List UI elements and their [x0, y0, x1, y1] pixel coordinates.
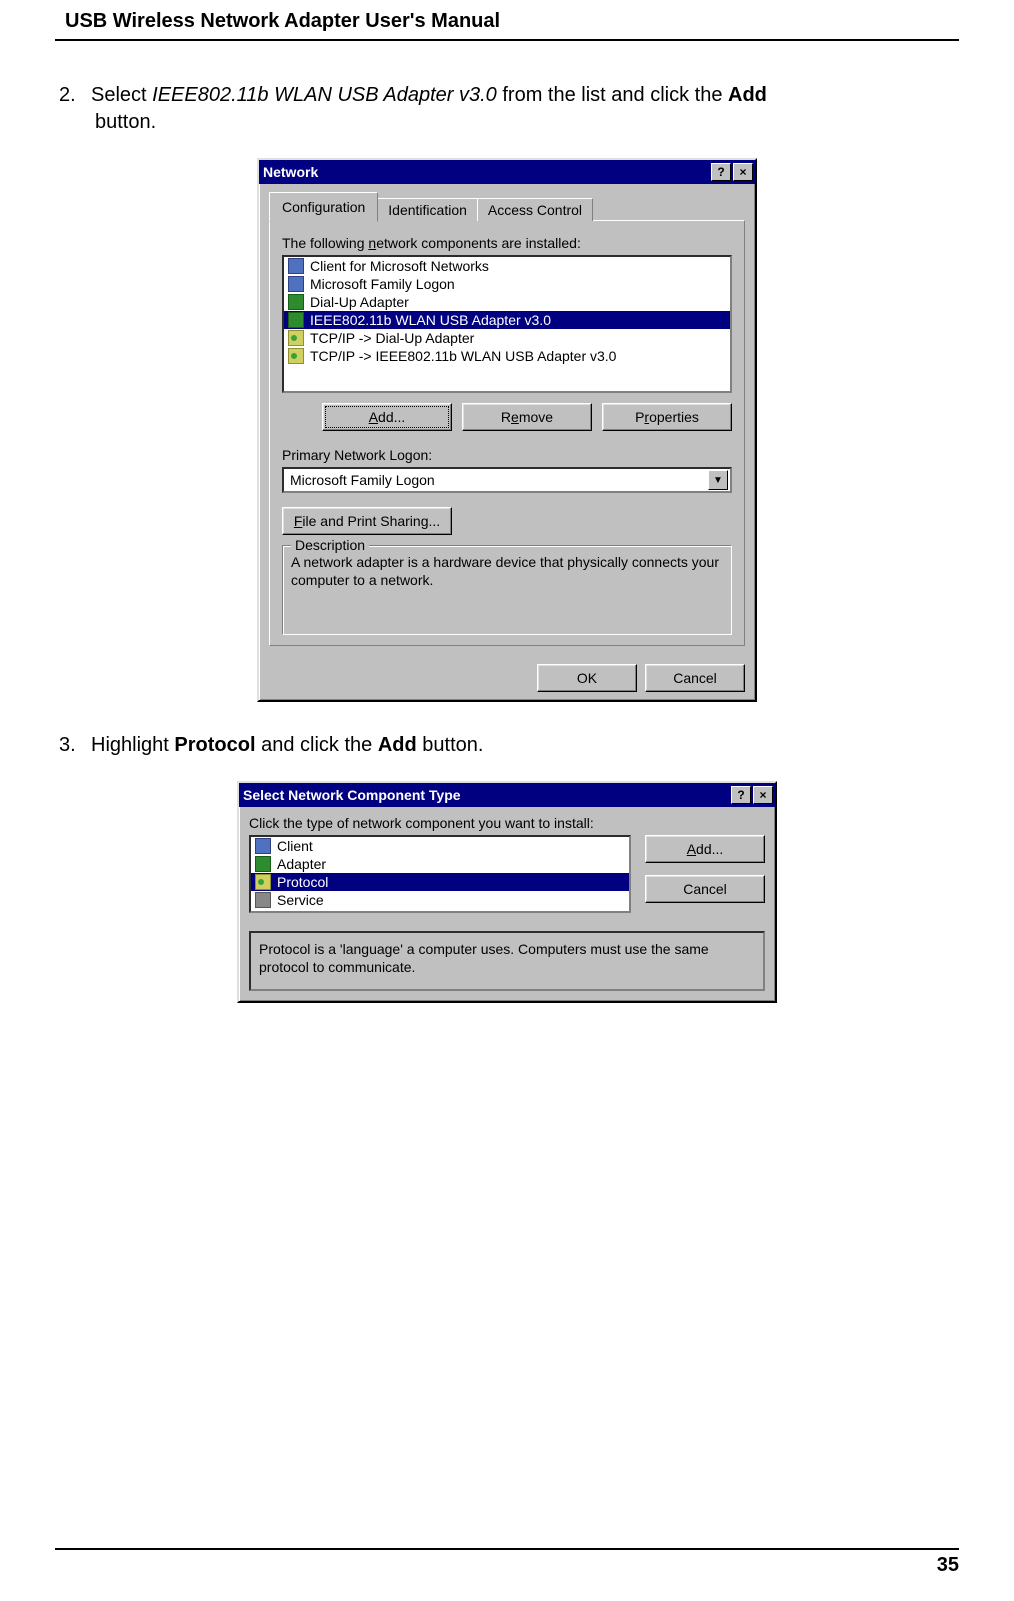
- tab-configuration[interactable]: Configuration: [269, 192, 378, 222]
- adapter-icon: [288, 312, 304, 328]
- list-item-label: Dial-Up Adapter: [310, 294, 409, 310]
- list-item[interactable]: Client: [251, 837, 629, 855]
- remove-button[interactable]: Remove: [462, 403, 592, 431]
- list-item-label: Microsoft Family Logon: [310, 276, 455, 292]
- close-icon[interactable]: ×: [753, 786, 773, 804]
- protocol-icon: [288, 330, 304, 346]
- service-icon: [255, 892, 271, 908]
- step-2-bold: Add: [728, 84, 767, 106]
- description-text: A network adapter is a hardware device t…: [291, 554, 723, 589]
- cancel-button[interactable]: Cancel: [645, 664, 745, 692]
- list-item[interactable]: TCP/IP -> Dial-Up Adapter: [284, 329, 730, 347]
- help-icon[interactable]: ?: [711, 163, 731, 181]
- step-3-bold-2: Add: [378, 734, 417, 756]
- select-component-title: Select Network Component Type: [243, 787, 461, 803]
- step-3-text-b: and click the: [256, 734, 378, 756]
- chevron-down-icon[interactable]: ▼: [708, 470, 728, 490]
- component-type-listbox[interactable]: Client Adapter Protocol Service: [249, 835, 631, 913]
- description-title: Description: [291, 537, 369, 553]
- step-3-text-c: button.: [417, 734, 484, 756]
- step-2-italic: IEEE802.11b WLAN USB Adapter v3.0: [152, 84, 497, 106]
- properties-button[interactable]: Properties: [602, 403, 732, 431]
- cancel-button[interactable]: Cancel: [645, 875, 765, 903]
- primary-logon-combo[interactable]: Microsoft Family Logon ▼: [282, 467, 732, 493]
- list-item-label: TCP/IP -> Dial-Up Adapter: [310, 330, 474, 346]
- page-footer: 35: [55, 1548, 959, 1577]
- select-component-prompt: Click the type of network component you …: [249, 815, 765, 831]
- client-icon: [255, 838, 271, 854]
- add-button[interactable]: Add...: [322, 403, 452, 431]
- list-item[interactable]: Adapter: [251, 855, 629, 873]
- network-dialog: Network ? × Configuration Identification…: [257, 158, 757, 702]
- network-titlebar[interactable]: Network ? ×: [259, 160, 755, 184]
- step-3: 3.Highlight Protocol and click the Add b…: [55, 732, 959, 759]
- list-item[interactable]: Protocol: [251, 873, 629, 891]
- step-3-text-a: Highlight: [91, 734, 174, 756]
- header-title: USB Wireless Network Adapter User's Manu…: [55, 10, 959, 33]
- step-2-text-c: button.: [95, 111, 156, 133]
- components-listbox[interactable]: Client for Microsoft Networks Microsoft …: [282, 255, 732, 393]
- step-3-number: 3.: [59, 732, 91, 759]
- components-label-a: The following: [282, 235, 368, 251]
- adapter-icon: [288, 294, 304, 310]
- client-icon: [288, 258, 304, 274]
- header-rule: [55, 39, 959, 41]
- help-icon[interactable]: ?: [731, 786, 751, 804]
- file-print-sharing-button[interactable]: File and Print Sharing...: [282, 507, 452, 535]
- list-item-label: IEEE802.11b WLAN USB Adapter v3.0: [310, 312, 551, 328]
- list-item[interactable]: Service: [251, 891, 629, 909]
- step-3-bold-1: Protocol: [174, 734, 255, 756]
- list-item-label: TCP/IP -> IEEE802.11b WLAN USB Adapter v…: [310, 348, 616, 364]
- list-item-label: Client: [277, 838, 313, 854]
- tab-access-control[interactable]: Access Control: [477, 198, 593, 221]
- step-2-text-b: from the list and click the: [497, 84, 728, 106]
- list-item[interactable]: IEEE802.11b WLAN USB Adapter v3.0: [284, 311, 730, 329]
- list-item-label: Adapter: [277, 856, 326, 872]
- tab-strip: Configuration Identification Access Cont…: [269, 192, 745, 221]
- page-header: USB Wireless Network Adapter User's Manu…: [55, 10, 959, 60]
- list-item[interactable]: Microsoft Family Logon: [284, 275, 730, 293]
- select-component-titlebar[interactable]: Select Network Component Type ? ×: [239, 783, 775, 807]
- list-item-label: Client for Microsoft Networks: [310, 258, 489, 274]
- step-2-text-a: Select: [91, 84, 152, 106]
- client-icon: [288, 276, 304, 292]
- select-component-dialog: Select Network Component Type ? × Click …: [237, 781, 777, 1003]
- components-label-b: etwork components are installed:: [376, 235, 581, 251]
- list-item-label: Protocol: [277, 874, 328, 890]
- description-group: Description A network adapter is a hardw…: [282, 545, 732, 635]
- close-icon[interactable]: ×: [733, 163, 753, 181]
- footer-rule: [55, 1548, 959, 1550]
- primary-logon-value: Microsoft Family Logon: [284, 472, 708, 488]
- list-item[interactable]: TCP/IP -> IEEE802.11b WLAN USB Adapter v…: [284, 347, 730, 365]
- protocol-icon: [255, 874, 271, 890]
- components-label: The following network components are ins…: [282, 235, 732, 251]
- ok-button[interactable]: OK: [537, 664, 637, 692]
- protocol-icon: [288, 348, 304, 364]
- primary-logon-label: Primary Network Logon:: [282, 447, 732, 463]
- adapter-icon: [255, 856, 271, 872]
- network-title: Network: [263, 164, 318, 180]
- tab-identification[interactable]: Identification: [377, 198, 478, 221]
- tab-panel-configuration: The following network components are ins…: [269, 220, 745, 646]
- list-item[interactable]: Dial-Up Adapter: [284, 293, 730, 311]
- add-button[interactable]: Add...: [645, 835, 765, 863]
- step-2-number: 2.: [59, 82, 91, 109]
- list-item[interactable]: Client for Microsoft Networks: [284, 257, 730, 275]
- step-2: 2.Select IEEE802.11b WLAN USB Adapter v3…: [55, 82, 959, 136]
- page-number: 35: [55, 1554, 959, 1577]
- list-item-label: Service: [277, 892, 324, 908]
- component-info-text: Protocol is a 'language' a computer uses…: [249, 931, 765, 991]
